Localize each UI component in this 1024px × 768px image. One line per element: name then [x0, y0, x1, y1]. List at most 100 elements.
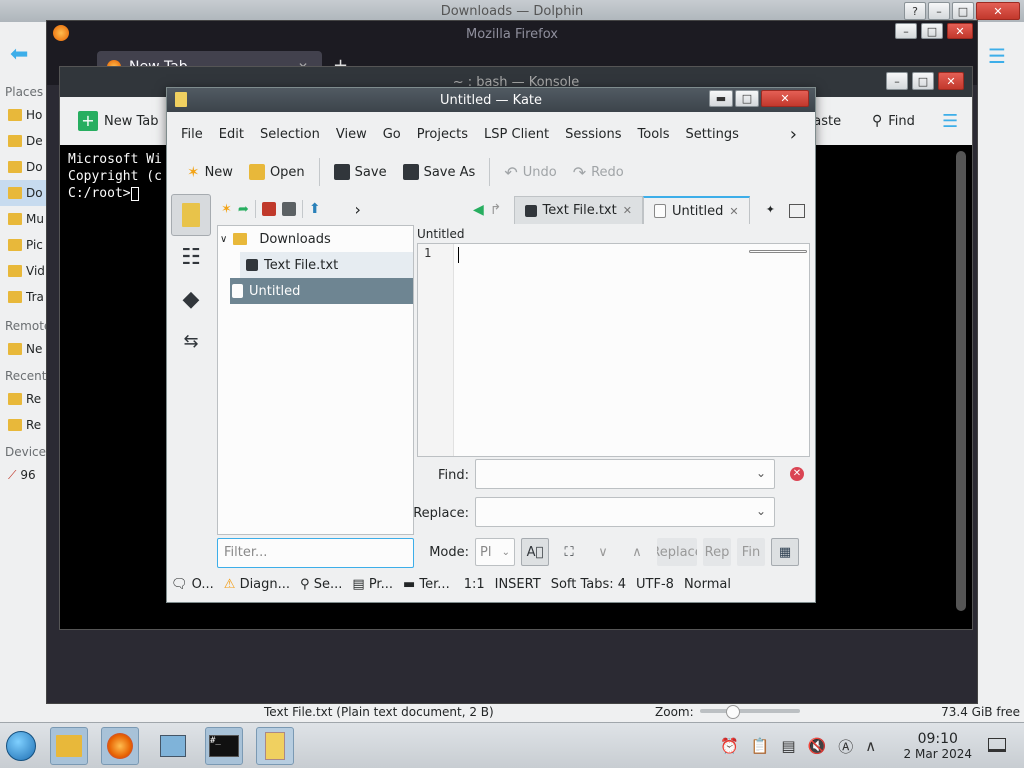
zoom-slider-handle[interactable]: [726, 705, 740, 719]
taskbar-system-settings[interactable]: [154, 727, 192, 765]
output-tab[interactable]: 🗨 O...: [171, 577, 214, 592]
places-item[interactable]: Vid: [0, 258, 48, 284]
taskbar-konsole[interactable]: #_: [205, 727, 243, 765]
clock[interactable]: 09:10 2 Mar 2024: [904, 731, 972, 761]
notifications-alarm-icon[interactable]: ⏰: [720, 737, 739, 755]
split-view-icon[interactable]: [789, 204, 805, 218]
taskbar-firefox[interactable]: [101, 727, 139, 765]
places-item[interactable]: De: [0, 128, 48, 154]
menu-lsp-client[interactable]: LSP Client: [476, 127, 557, 142]
close-tab-icon[interactable]: ✕: [729, 205, 738, 218]
tree-chevron-right-icon[interactable]: ›: [355, 200, 361, 219]
redo-button[interactable]: ↷ Redo: [567, 159, 630, 186]
menu-edit[interactable]: Edit: [211, 127, 252, 142]
hamburger-menu-icon[interactable]: ☰: [988, 44, 1006, 68]
taskbar-kate[interactable]: [256, 727, 294, 765]
dolphin-titlebar[interactable]: Downloads — Dolphin: [0, 0, 1024, 22]
menu-tools[interactable]: Tools: [630, 127, 678, 142]
terminal-tab[interactable]: ▬ Ter...: [403, 577, 450, 592]
taskbar-dolphin[interactable]: [50, 727, 88, 765]
documents-panel-button[interactable]: [171, 194, 211, 236]
konsole-close-button[interactable]: ✕: [938, 72, 964, 90]
git-panel-button[interactable]: ◆: [171, 278, 211, 320]
device-item[interactable]: ⟋ 96: [0, 462, 48, 488]
selection-only-icon[interactable]: ⛶: [555, 538, 583, 566]
tree-save-all-icon[interactable]: [281, 202, 296, 216]
tree-file-row[interactable]: Text File.txt: [240, 252, 413, 278]
dolphin-minimize-button[interactable]: –: [928, 2, 950, 20]
menu-settings[interactable]: Settings: [678, 127, 747, 142]
new-button[interactable]: ✶ New: [181, 159, 239, 185]
menu-selection[interactable]: Selection: [252, 127, 328, 142]
search-tab[interactable]: ⚲ Se...: [300, 577, 342, 592]
encoding[interactable]: UTF-8: [636, 577, 674, 592]
highlight-mode[interactable]: Normal: [684, 577, 731, 592]
find-all-button[interactable]: Fin: [737, 538, 765, 566]
cursor-position[interactable]: 1:1: [464, 577, 485, 592]
advanced-search-icon[interactable]: ▦: [771, 538, 799, 566]
go-up-icon[interactable]: ⬆: [309, 201, 321, 217]
filter-input[interactable]: Filter...: [217, 538, 414, 568]
start-button[interactable]: [2, 727, 40, 765]
back-arrow-icon[interactable]: ⬅: [10, 42, 28, 67]
firefox-titlebar[interactable]: Mozilla Firefox: [47, 21, 977, 47]
konsole-maximize-button[interactable]: □: [912, 72, 934, 90]
recent-item[interactable]: Re: [0, 386, 48, 412]
remote-item[interactable]: Ne: [0, 336, 48, 362]
save-as-button[interactable]: Save As: [397, 160, 482, 184]
tab-untitled[interactable]: Untitled ✕: [642, 196, 750, 224]
clipboard-icon[interactable]: 📋: [751, 737, 770, 755]
konsole-menu-icon[interactable]: ☰: [942, 111, 958, 132]
menu-sessions[interactable]: Sessions: [557, 127, 629, 142]
konsole-minimize-button[interactable]: –: [886, 72, 908, 90]
kate-maximize-button[interactable]: □: [735, 90, 759, 107]
text-a-icon[interactable]: Ⓐ: [838, 736, 853, 757]
tab-forward-icon[interactable]: ↱: [490, 202, 502, 218]
dolphin-maximize-button[interactable]: □: [952, 2, 974, 20]
firefox-minimize-button[interactable]: –: [895, 23, 917, 39]
tree-save-icon[interactable]: [261, 202, 276, 216]
tab-text-file[interactable]: Text File.txt ✕: [513, 196, 643, 224]
find-next-chevron-down-icon[interactable]: ∨: [589, 538, 617, 566]
text-editor[interactable]: 1: [417, 243, 810, 457]
tree-new-file-icon[interactable]: ✶: [221, 202, 232, 217]
dolphin-close-button[interactable]: ✕: [976, 2, 1020, 20]
chevron-down-icon[interactable]: ⌄: [756, 466, 766, 480]
replace-input[interactable]: ⌄: [475, 497, 775, 527]
konsole-new-tab-button[interactable]: + New Tab: [78, 111, 159, 131]
tree-folder-row[interactable]: ∨ Downloads: [218, 226, 413, 252]
diagnostics-tab[interactable]: ⚠ Diagn...: [224, 577, 290, 592]
close-search-icon[interactable]: ✕: [790, 467, 804, 481]
projects-panel-button[interactable]: ⇆: [171, 320, 211, 362]
replace-all-button[interactable]: Rep: [703, 538, 731, 566]
places-item[interactable]: Do: [0, 180, 48, 206]
replace-button[interactable]: Replace: [657, 538, 697, 566]
places-item[interactable]: Do: [0, 154, 48, 180]
match-case-button[interactable]: A⃞: [521, 538, 549, 566]
recent-item[interactable]: Re: [0, 412, 48, 438]
places-item[interactable]: Ho: [0, 102, 48, 128]
input-mode[interactable]: INSERT: [495, 577, 541, 592]
menu-projects[interactable]: Projects: [409, 127, 476, 142]
kate-close-button[interactable]: ✕: [761, 90, 809, 107]
mode-select[interactable]: Pl ⌄: [475, 538, 515, 566]
places-item[interactable]: Tra: [0, 284, 48, 310]
find-button[interactable]: ⚲ Find: [872, 113, 915, 129]
projects-tab[interactable]: ▤ Pr...: [352, 577, 393, 592]
undo-button[interactable]: ↶ Undo: [498, 159, 562, 186]
volume-muted-icon[interactable]: 🔇: [808, 737, 827, 755]
minimap[interactable]: [749, 250, 807, 253]
chevron-down-icon[interactable]: ⌄: [756, 504, 766, 518]
places-item[interactable]: Pic: [0, 232, 48, 258]
tree-file-row-selected[interactable]: Untitled: [230, 278, 413, 304]
symbols-panel-button[interactable]: ☷: [171, 236, 211, 278]
help-button[interactable]: ?: [904, 2, 926, 20]
task-manager-icon[interactable]: ▤: [781, 737, 795, 755]
tray-expand-chevron-up-icon[interactable]: ∧: [865, 737, 876, 755]
tree-open-icon[interactable]: ➦: [238, 202, 249, 217]
menu-go[interactable]: Go: [375, 127, 409, 142]
zoom-slider[interactable]: [700, 709, 800, 713]
menu-overflow-chevron-icon[interactable]: ›: [782, 124, 805, 145]
tab-back-icon[interactable]: ◀: [473, 202, 484, 218]
indentation[interactable]: Soft Tabs: 4: [551, 577, 626, 592]
